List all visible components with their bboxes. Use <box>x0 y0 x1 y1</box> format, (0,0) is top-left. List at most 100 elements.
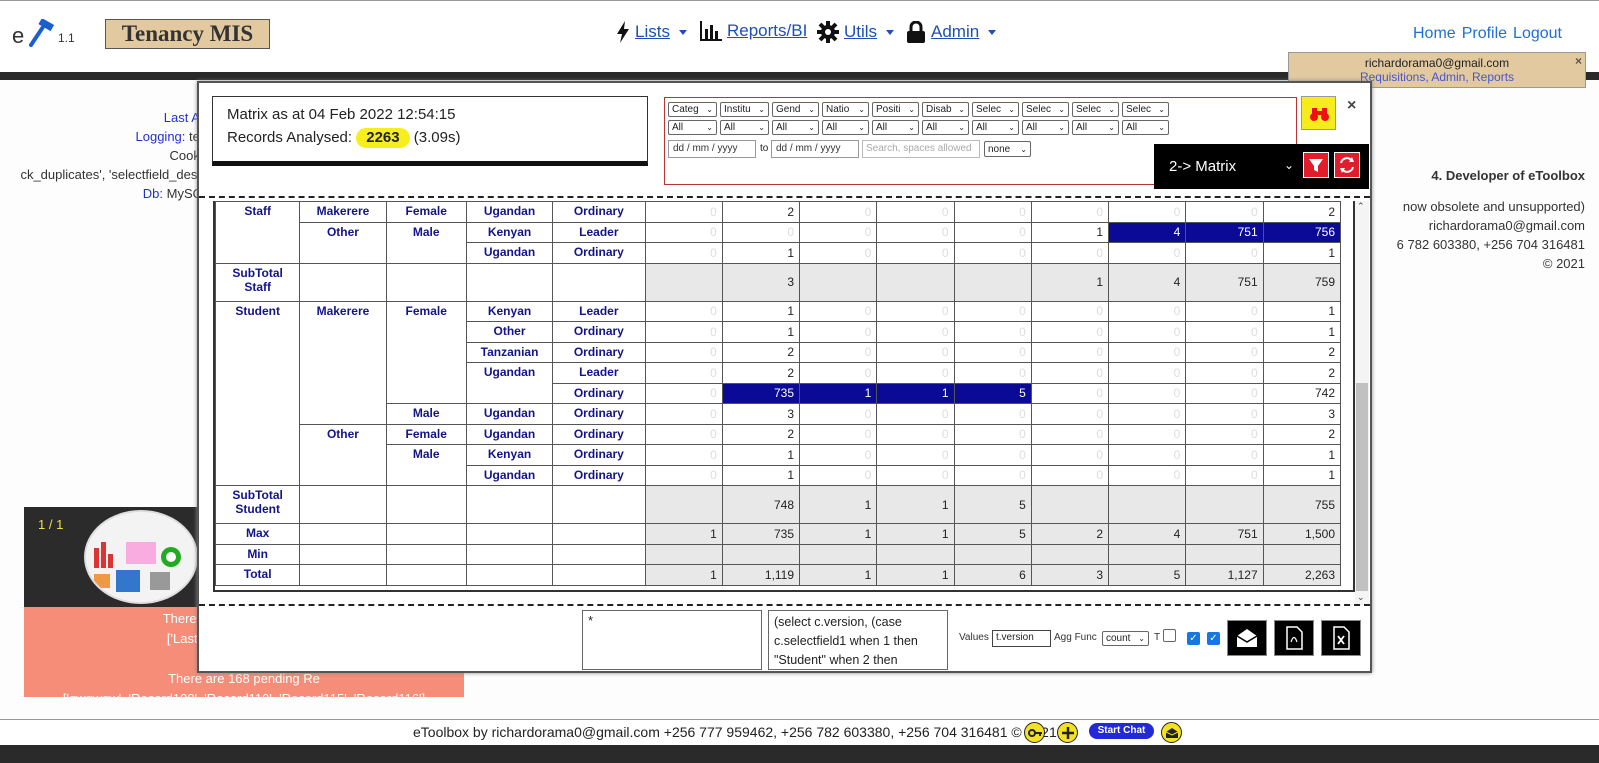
matrix-cell[interactable]: 0 <box>876 221 955 243</box>
filter-field-select[interactable]: Gend ⌄ <box>772 102 819 117</box>
matrix-cell[interactable]: 0 <box>644 444 723 466</box>
menu-lists[interactable]: Lists <box>616 21 687 43</box>
matrix-cell[interactable]: 0 <box>953 423 1032 445</box>
brand-title[interactable]: Tenancy MIS <box>105 19 270 49</box>
matrix-cell[interactable]: 0 <box>644 403 723 425</box>
filter-value-select[interactable]: All ⌄ <box>922 120 969 135</box>
matrix-cell[interactable]: 0 <box>1108 321 1187 343</box>
matrix-cell[interactable]: 1 <box>721 444 801 466</box>
matrix-cell[interactable]: 1 <box>799 523 878 545</box>
matrix-cell[interactable]: 0 <box>799 362 878 384</box>
filter-field-select[interactable]: Selec ⌄ <box>1072 102 1119 117</box>
none-select[interactable]: none ⌄ <box>984 141 1031 157</box>
matrix-cell[interactable]: 0 <box>1108 423 1187 445</box>
chevron-up-icon[interactable]: ⌃ <box>1357 201 1365 212</box>
matrix-cell[interactable]: 1 <box>1262 300 1342 322</box>
matrix-cell[interactable]: 5 <box>953 485 1032 524</box>
matrix-cell[interactable]: 1 <box>721 321 801 343</box>
matrix-cell[interactable] <box>799 262 878 302</box>
matrix-cell[interactable]: 0 <box>1185 382 1264 404</box>
matrix-cell[interactable]: 0 <box>953 321 1032 343</box>
matrix-cell[interactable]: 0 <box>644 201 723 223</box>
filter-value-select[interactable]: All ⌄ <box>1122 120 1169 135</box>
matrix-cell[interactable]: 1 <box>876 485 955 524</box>
matrix-cell[interactable]: 0 <box>876 464 955 486</box>
filter-value-select[interactable]: All ⌄ <box>972 120 1019 135</box>
matrix-cell[interactable]: 0 <box>1030 300 1110 322</box>
matrix-cell[interactable]: 0 <box>953 341 1032 363</box>
filter-field-select[interactable]: Positi ⌄ <box>872 102 919 117</box>
matrix-cell[interactable]: 0 <box>644 300 723 322</box>
matrix-cell[interactable]: 0 <box>1108 362 1187 384</box>
export-pdf-button[interactable] <box>1274 620 1314 656</box>
menu-reports[interactable]: Reports/BI <box>700 21 807 41</box>
matrix-cell[interactable]: 1 <box>1262 242 1342 264</box>
matrix-cell[interactable]: 1 <box>721 300 801 322</box>
filter-value-select[interactable]: All ⌄ <box>720 120 769 135</box>
matrix-cell[interactable]: 0 <box>953 221 1032 243</box>
filter-value-select[interactable]: All ⌄ <box>822 120 869 135</box>
matrix-cell[interactable]: 735 <box>721 523 801 545</box>
matrix-cell[interactable] <box>1030 543 1110 565</box>
matrix-cell[interactable]: 0 <box>953 362 1032 384</box>
sql-textarea[interactable]: (select c.version, (case c.selectfield1 … <box>768 610 948 670</box>
carousel-thumbnail[interactable] <box>84 510 198 604</box>
menu-utils[interactable]: Utils <box>817 21 895 43</box>
matrix-cell[interactable]: 3 <box>721 262 801 302</box>
matrix-cell[interactable]: 0 <box>1185 403 1264 425</box>
email-button[interactable] <box>1227 620 1267 656</box>
matrix-cell[interactable]: 748 <box>721 485 801 524</box>
matrix-cell[interactable]: 2 <box>1262 362 1342 384</box>
matrix-cell[interactable]: 0 <box>799 300 878 322</box>
matrix-cell[interactable]: 3 <box>1030 564 1110 586</box>
matrix-cell[interactable]: 0 <box>953 444 1032 466</box>
matrix-cell[interactable]: 1 <box>1030 262 1110 302</box>
matrix-cell[interactable]: 0 <box>1030 382 1110 404</box>
matrix-cell[interactable]: 1 <box>799 485 878 524</box>
matrix-cell[interactable]: 0 <box>799 242 878 264</box>
matrix-cell[interactable]: 0 <box>644 423 723 445</box>
export-excel-button[interactable] <box>1321 620 1361 656</box>
refresh-button[interactable] <box>1334 152 1360 178</box>
matrix-cell[interactable]: 0 <box>644 341 723 363</box>
matrix-cell[interactable]: 2 <box>721 362 801 384</box>
matrix-cell[interactable]: 0 <box>1185 201 1264 223</box>
matrix-cell[interactable]: 0 <box>1185 321 1264 343</box>
matrix-cell[interactable]: 1 <box>799 564 878 586</box>
matrix-cell[interactable] <box>721 543 801 565</box>
t-checkbox[interactable] <box>1163 629 1176 642</box>
filter-field-select[interactable]: Selec ⌄ <box>1022 102 1069 117</box>
matrix-cell[interactable]: 0 <box>953 403 1032 425</box>
matrix-cell[interactable]: 0 <box>876 444 955 466</box>
matrix-cell[interactable]: 751 <box>1185 221 1264 243</box>
matrix-cell[interactable]: 0 <box>1108 444 1187 466</box>
option-checkbox-2[interactable]: ✓ <box>1207 632 1220 645</box>
matrix-cell[interactable]: 0 <box>799 403 878 425</box>
home-link[interactable]: Home <box>1413 25 1456 43</box>
matrix-cell[interactable]: 0 <box>1030 201 1110 223</box>
matrix-cell[interactable]: 0 <box>644 464 723 486</box>
matrix-cell[interactable]: 0 <box>876 403 955 425</box>
matrix-cell[interactable]: 5 <box>953 523 1032 545</box>
matrix-cell[interactable]: 0 <box>953 300 1032 322</box>
matrix-cell[interactable]: 0 <box>799 423 878 445</box>
add-button[interactable] <box>1057 722 1078 743</box>
matrix-cell[interactable]: 3 <box>1262 403 1342 425</box>
date-to-input[interactable]: dd / mm / yyyy <box>771 140 859 158</box>
matrix-cell[interactable]: 1 <box>644 564 723 586</box>
matrix-cell[interactable]: 0 <box>876 362 955 384</box>
chevron-down-icon[interactable]: ⌄ <box>1357 592 1365 603</box>
matrix-cell[interactable]: 1 <box>1262 321 1342 343</box>
matrix-cell[interactable]: 751 <box>1185 262 1264 302</box>
mail-button[interactable] <box>1161 722 1182 743</box>
matrix-cell[interactable]: 2 <box>721 201 801 223</box>
matrix-cell[interactable]: 0 <box>1108 403 1187 425</box>
matrix-cell[interactable]: 4 <box>1108 221 1187 243</box>
matrix-cell[interactable]: 0 <box>799 321 878 343</box>
column-textarea[interactable]: * <box>582 610 762 670</box>
logout-link[interactable]: Logout <box>1513 25 1562 43</box>
matrix-cell[interactable]: 2 <box>721 341 801 363</box>
matrix-cell[interactable] <box>1262 543 1342 565</box>
matrix-cell[interactable]: 4 <box>1108 262 1187 302</box>
matrix-cell[interactable]: 0 <box>799 464 878 486</box>
